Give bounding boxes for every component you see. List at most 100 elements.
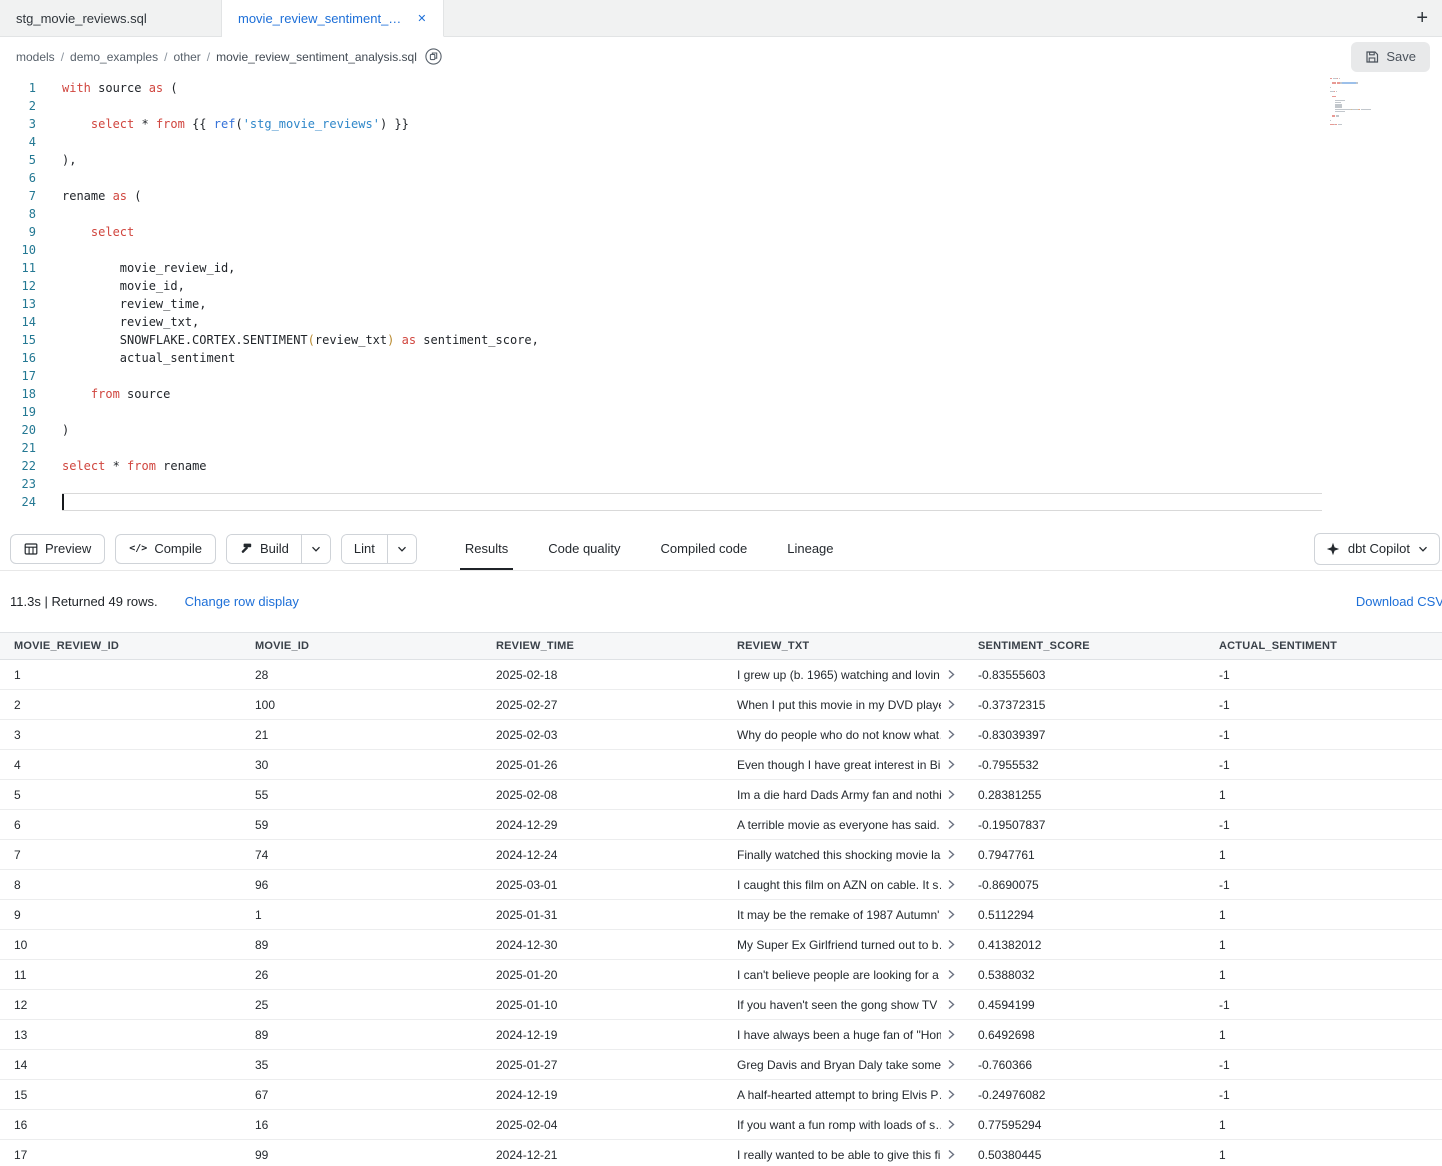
code-line[interactable]: 10 bbox=[0, 241, 1442, 259]
expand-review-icon[interactable] bbox=[947, 939, 956, 950]
code-line[interactable]: 23 bbox=[0, 475, 1442, 493]
build-button[interactable]: Build bbox=[227, 535, 301, 563]
code-line[interactable]: 24 bbox=[0, 493, 1442, 511]
line-number: 2 bbox=[0, 97, 36, 115]
cell-value: 1 bbox=[14, 668, 21, 682]
expand-review-icon[interactable] bbox=[947, 1149, 956, 1160]
code-line-content: select * from {{ ref('stg_movie_reviews'… bbox=[62, 115, 1322, 133]
cell-value: 2024-12-19 bbox=[496, 1088, 557, 1102]
code-line[interactable]: 7rename as ( bbox=[0, 187, 1442, 205]
expand-review-icon[interactable] bbox=[947, 1029, 956, 1040]
code-line-content bbox=[62, 493, 1322, 511]
expand-review-icon[interactable] bbox=[947, 759, 956, 770]
code-line[interactable]: 13 review_time, bbox=[0, 295, 1442, 313]
tab-movie-review-sentiment-analysis[interactable]: movie_review_sentiment_… ✕ bbox=[222, 0, 444, 37]
cell-movie_review_id: 14 bbox=[0, 1058, 241, 1072]
lint-button[interactable]: Lint bbox=[342, 535, 387, 563]
header-cell-movie_review_id[interactable]: MOVIE_REVIEW_ID bbox=[0, 640, 241, 652]
code-line[interactable]: 16 actual_sentiment bbox=[0, 349, 1442, 367]
cell-actual_sentiment: 1 bbox=[1205, 968, 1442, 982]
code-line[interactable]: 18 from source bbox=[0, 385, 1442, 403]
code-line[interactable]: 21 bbox=[0, 439, 1442, 457]
expand-review-icon[interactable] bbox=[947, 849, 956, 860]
header-cell-actual_sentiment[interactable]: ACTUAL_SENTIMENT bbox=[1205, 640, 1442, 652]
code-line[interactable]: 9 select bbox=[0, 223, 1442, 241]
cell-review_txt: I caught this film on AZN on cable. It s… bbox=[723, 878, 964, 892]
table-row: 11262025-01-20I can't believe people are… bbox=[0, 960, 1442, 990]
download-csv-link[interactable]: Download CSV bbox=[1356, 594, 1442, 609]
chevron-down-icon bbox=[397, 545, 407, 553]
expand-review-icon[interactable] bbox=[947, 699, 956, 710]
code-line[interactable]: 4 bbox=[0, 133, 1442, 151]
compile-button[interactable]: </> Compile bbox=[115, 534, 216, 564]
expand-review-icon[interactable] bbox=[947, 969, 956, 980]
new-tab-button[interactable]: + bbox=[1402, 0, 1442, 36]
cell-value: 2025-02-18 bbox=[496, 668, 557, 682]
breadcrumb-separator: / bbox=[207, 50, 210, 64]
cell-sentiment_score: -0.8690075 bbox=[964, 878, 1205, 892]
cell-movie_id: 30 bbox=[241, 758, 482, 772]
sql-editor[interactable]: 1with source as (23 select * from {{ ref… bbox=[0, 76, 1442, 527]
preview-button[interactable]: Preview bbox=[10, 534, 105, 564]
cell-actual_sentiment: -1 bbox=[1205, 668, 1442, 682]
cell-review_time: 2024-12-19 bbox=[482, 1028, 723, 1042]
code-line[interactable]: 8 bbox=[0, 205, 1442, 223]
expand-review-icon[interactable] bbox=[947, 1059, 956, 1070]
expand-review-icon[interactable] bbox=[947, 1089, 956, 1100]
cell-value: I grew up (b. 1965) watching and lovin… bbox=[737, 668, 941, 682]
copy-path-icon[interactable] bbox=[425, 48, 442, 65]
code-line[interactable]: 17 bbox=[0, 367, 1442, 385]
breadcrumb-part[interactable]: other bbox=[173, 50, 200, 64]
chevron-down-icon bbox=[311, 545, 321, 553]
cell-value: 15 bbox=[14, 1088, 27, 1102]
build-dropdown-button[interactable] bbox=[301, 535, 330, 563]
code-line[interactable]: 6 bbox=[0, 169, 1442, 187]
expand-review-icon[interactable] bbox=[947, 879, 956, 890]
expand-review-icon[interactable] bbox=[947, 789, 956, 800]
code-line[interactable]: 5), bbox=[0, 151, 1442, 169]
code-line[interactable]: 2 bbox=[0, 97, 1442, 115]
code-line[interactable]: 1with source as ( bbox=[0, 79, 1442, 97]
tab-results[interactable]: Results bbox=[460, 527, 513, 570]
lint-dropdown-button[interactable] bbox=[387, 535, 416, 563]
code-line[interactable]: 12 movie_id, bbox=[0, 277, 1442, 295]
cell-value: 1 bbox=[1219, 788, 1226, 802]
cell-actual_sentiment: 1 bbox=[1205, 1148, 1442, 1162]
expand-review-icon[interactable] bbox=[947, 1119, 956, 1130]
code-line[interactable]: 20) bbox=[0, 421, 1442, 439]
header-cell-movie_id[interactable]: MOVIE_ID bbox=[241, 640, 482, 652]
line-number: 16 bbox=[0, 349, 36, 367]
tab-lineage[interactable]: Lineage bbox=[782, 527, 838, 570]
change-row-display-link[interactable]: Change row display bbox=[185, 594, 299, 609]
cell-value: Finally watched this shocking movie la… bbox=[737, 848, 941, 862]
code-line[interactable]: 3 select * from {{ ref('stg_movie_review… bbox=[0, 115, 1442, 133]
header-cell-sentiment_score[interactable]: SENTIMENT_SCORE bbox=[964, 640, 1205, 652]
dbt-copilot-button[interactable]: dbt Copilot bbox=[1314, 533, 1440, 565]
code-line[interactable]: 22select * from rename bbox=[0, 457, 1442, 475]
breadcrumb-part[interactable]: models bbox=[16, 50, 55, 64]
header-cell-review_time[interactable]: REVIEW_TIME bbox=[482, 640, 723, 652]
tab-stg-movie-reviews[interactable]: stg_movie_reviews.sql bbox=[0, 0, 222, 36]
line-number: 11 bbox=[0, 259, 36, 277]
cell-movie_review_id: 6 bbox=[0, 818, 241, 832]
cell-review_txt: I have always been a huge fan of "Hom… bbox=[723, 1028, 964, 1042]
breadcrumb-part[interactable]: movie_review_sentiment_analysis.sql bbox=[216, 50, 417, 64]
code-line[interactable]: 11 movie_review_id, bbox=[0, 259, 1442, 277]
cell-value: 5 bbox=[14, 788, 21, 802]
code-line[interactable]: 14 review_txt, bbox=[0, 313, 1442, 331]
editor-minimap[interactable] bbox=[1330, 78, 1396, 131]
code-line[interactable]: 15 SNOWFLAKE.CORTEX.SENTIMENT(review_txt… bbox=[0, 331, 1442, 349]
tab-code-quality[interactable]: Code quality bbox=[543, 527, 625, 570]
save-button[interactable]: Save bbox=[1351, 42, 1430, 72]
code-line[interactable]: 19 bbox=[0, 403, 1442, 421]
expand-review-icon[interactable] bbox=[947, 999, 956, 1010]
expand-review-icon[interactable] bbox=[947, 819, 956, 830]
header-cell-review_txt[interactable]: REVIEW_TXT bbox=[723, 640, 964, 652]
code-area[interactable]: 1with source as (23 select * from {{ ref… bbox=[0, 79, 1442, 511]
tab-compiled-code[interactable]: Compiled code bbox=[656, 527, 753, 570]
breadcrumb-part[interactable]: demo_examples bbox=[70, 50, 158, 64]
close-tab-icon[interactable]: ✕ bbox=[417, 12, 426, 25]
expand-review-icon[interactable] bbox=[947, 909, 956, 920]
expand-review-icon[interactable] bbox=[947, 729, 956, 740]
expand-review-icon[interactable] bbox=[947, 669, 956, 680]
